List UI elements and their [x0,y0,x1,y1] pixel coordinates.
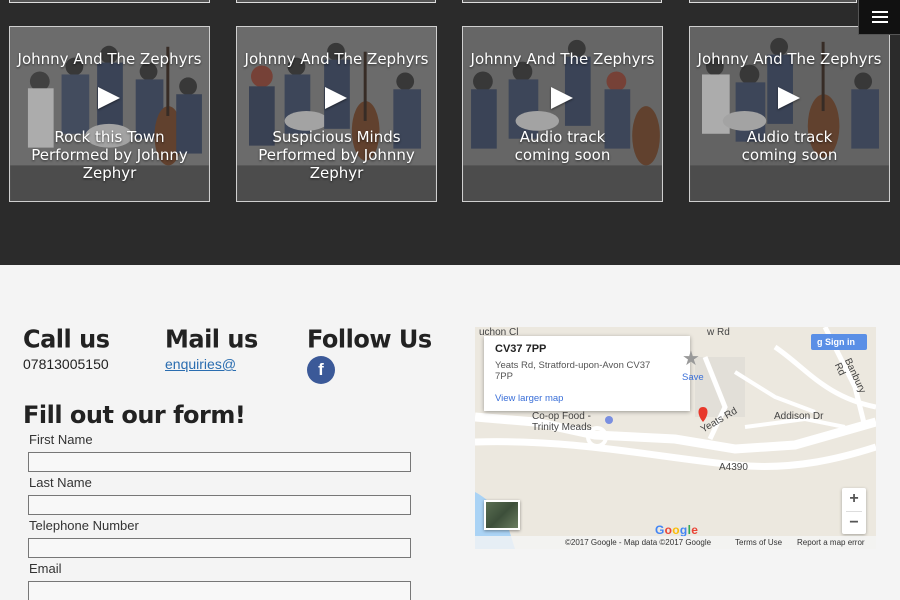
track-band-name: Johnny And The Zephyrs [244,50,429,68]
google-logo: Google [655,523,699,537]
facebook-letter: f [318,360,324,379]
map-label-road: w Rd [707,327,730,338]
map-label-coop: Co-op Food - [532,411,591,422]
zoom-control: + − [842,488,866,534]
mail-us-heading: Mail us [165,324,258,354]
telephone-input[interactable] [28,538,411,558]
play-icon[interactable] [325,87,347,109]
track-band-name: Johnny And The Zephyrs [17,50,202,68]
previous-row-card [462,0,662,3]
map-sign-in-button[interactable]: g Sign in [811,334,867,350]
track-caption: Audio track coming soon [514,128,611,164]
previous-row-card [9,0,210,3]
telephone-label: Telephone Number [29,518,139,533]
save-link[interactable]: Save [682,372,704,383]
first-name-input[interactable] [28,452,411,472]
call-us-block: Call us 07813005150 [23,322,110,372]
map-copyright: ©2017 Google - Map data ©2017 Google [565,538,712,547]
map-label-trinity: Trinity Meads [532,422,592,433]
view-larger-map-link[interactable]: View larger map [495,393,563,404]
star-icon[interactable]: ★ [682,349,700,369]
track-card[interactable]: Johnny And The Zephyrs Audio track comin… [462,26,663,202]
track-band-name: Johnny And The Zephyrs [697,50,882,68]
map-label-addison: Addison Dr [774,411,824,422]
play-icon[interactable] [98,87,120,109]
track-caption: Audio track coming soon [741,128,838,164]
map-label-a4390: A4390 [719,462,748,473]
embedded-map[interactable]: uchon Cl w Rd Co-op Food - Trinity Meads… [475,327,876,549]
report-error-link[interactable]: Report a map error [797,538,865,547]
email-link[interactable]: enquiries@ [165,356,236,372]
track-card[interactable]: Johnny And The Zephyrs Audio track comin… [689,26,890,202]
map-address: Yeats Rd, Stratford-upon-Avon CV37 7PP [495,360,651,382]
first-name-label: First Name [29,432,93,447]
track-caption: Rock this Town Performed by Johnny Zephy… [31,128,188,182]
follow-us-heading: Follow Us [307,324,432,354]
track-card[interactable]: Johnny And The Zephyrs Suspicious Minds … [236,26,437,202]
zoom-in-button[interactable]: + [842,488,866,511]
last-name-input[interactable] [28,495,411,515]
email-label: Email [29,561,62,576]
map-footer: ©2017 Google - Map data ©2017 Google Ter… [475,536,876,549]
previous-row-card [236,0,436,3]
track-band-name: Johnny And The Zephyrs [470,50,655,68]
facebook-icon[interactable]: f [307,356,335,384]
zoom-out-button[interactable]: − [842,512,866,535]
track-card[interactable]: Johnny And The Zephyrs Rock this Town Pe… [9,26,210,202]
call-us-heading: Call us [23,324,110,354]
satellite-toggle[interactable] [484,500,520,530]
hamburger-icon[interactable] [858,0,900,35]
play-icon[interactable] [778,87,800,109]
map-info-card: CV37 7PP Yeats Rd, Stratford-upon-Avon C… [484,336,704,411]
mail-us-block: Mail us enquiries@ [165,322,258,374]
google-g-icon: g [817,337,823,347]
previous-row-card [689,0,857,3]
play-icon[interactable] [551,87,573,109]
terms-link[interactable]: Terms of Use [735,538,782,547]
phone-number[interactable]: 07813005150 [23,356,110,372]
last-name-label: Last Name [29,475,92,490]
follow-us-block: Follow Us f [307,322,432,389]
email-input[interactable] [28,581,411,600]
form-title: Fill out our form! [23,401,246,429]
sign-in-label: Sign in [825,337,856,347]
map-place-title: CV37 7PP [495,343,547,355]
tracks-section: Johnny And The Zephyrs Rock this Town Pe… [0,0,900,265]
track-caption: Suspicious Minds Performed by Johnny Zep… [258,128,415,182]
